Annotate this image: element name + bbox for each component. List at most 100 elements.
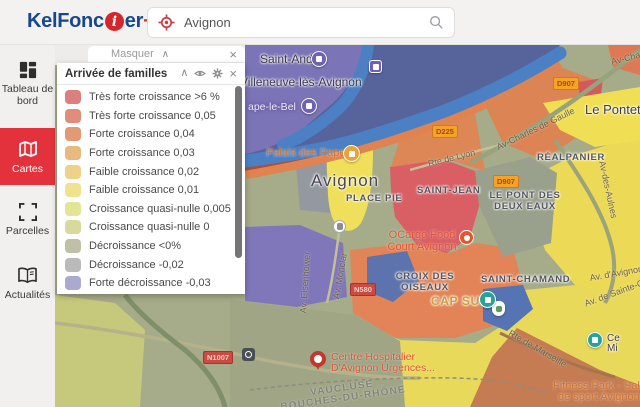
sidebar-item-label: Tableau de bord bbox=[2, 83, 53, 107]
legend-list: Très forte croissance >6 % Très forte cr… bbox=[57, 85, 245, 293]
legend-item: Croissance quasi-nulle 0 bbox=[57, 218, 245, 237]
map-label-place-pie: PLACE PIE bbox=[346, 193, 402, 204]
legend-item-label: Croissance quasi-nulle 0,005 bbox=[89, 203, 231, 215]
legend-item-label: Croissance quasi-nulle 0 bbox=[89, 221, 209, 233]
legend-swatch bbox=[65, 183, 81, 197]
legend-swatch bbox=[65, 109, 81, 123]
folded-map-icon bbox=[18, 139, 38, 159]
map-label-chape-le-bel: ape-le-Bel bbox=[248, 101, 296, 113]
sidebar-item-actualites[interactable]: Actualités bbox=[0, 267, 55, 301]
legend-title: Arrivée de familles bbox=[65, 68, 167, 80]
legend-hide-bar[interactable]: Masquer ∧ × bbox=[88, 46, 245, 63]
crop-corners-icon bbox=[19, 203, 37, 221]
sidebar-item-label: Actualités bbox=[5, 289, 51, 301]
legend-item-label: Très forte croissance 0,05 bbox=[89, 110, 216, 122]
close-icon[interactable]: × bbox=[229, 47, 237, 62]
search-bar[interactable]: Avignon bbox=[147, 7, 455, 38]
legend-item: Très forte croissance >6 % bbox=[57, 88, 245, 107]
legend-panel: Arrivée de familles ∧ × Très forte crois… bbox=[57, 63, 245, 294]
app-window: Saint-André Villeneuve-lès-Avignon ape-l… bbox=[0, 0, 640, 407]
sidebar-item-tableau-de-bord[interactable]: Tableau de bord bbox=[0, 61, 55, 107]
legend-item-label: Faible croissance 0,01 bbox=[89, 184, 199, 196]
map-label-villeneuve: Villeneuve-lès-Avignon bbox=[240, 75, 362, 89]
legend-item-label: Décroissance -0,02 bbox=[89, 259, 184, 271]
legend-item: Faible croissance 0,01 bbox=[57, 181, 245, 200]
search-input[interactable]: Avignon bbox=[184, 15, 429, 30]
road-badge-n1007: N1007 bbox=[203, 351, 233, 364]
tower-icon[interactable] bbox=[301, 98, 317, 114]
fort-badge-icon[interactable] bbox=[369, 60, 382, 73]
map-label-ocargo-2: Court Avignon bbox=[388, 241, 457, 253]
legend-item: Croissance quasi-nulle 0,005 bbox=[57, 200, 245, 219]
palais-des-papes-icon[interactable] bbox=[343, 145, 360, 162]
legend-swatch bbox=[65, 90, 81, 104]
legend-swatch bbox=[65, 165, 81, 179]
map-label-saint-chamand: SAINT-CHAMAND bbox=[481, 274, 570, 285]
app-header: KelFonc i er + Avignon bbox=[0, 0, 640, 45]
legend-item: Très forte croissance 0,05 bbox=[57, 107, 245, 126]
map-label-croix-2: OISEAUX bbox=[401, 282, 449, 293]
sidebar-item-label: Parcelles bbox=[6, 225, 49, 237]
legend-swatch bbox=[65, 239, 81, 253]
train-station-icon[interactable] bbox=[333, 220, 346, 233]
road-badge-d225: D225 bbox=[432, 125, 458, 138]
map-label-le-pont-2: DEUX EAUX bbox=[494, 201, 556, 212]
map-label-mi: Mi bbox=[607, 343, 618, 354]
crosshair-target-icon bbox=[158, 14, 175, 31]
mall-icon-bottom-right[interactable] bbox=[587, 332, 603, 348]
hospital-pin-icon[interactable] bbox=[310, 351, 326, 367]
legend-item: Forte croissance 0,03 bbox=[57, 144, 245, 163]
map-label-avignon: Avignon bbox=[311, 171, 379, 191]
gear-icon[interactable] bbox=[212, 68, 223, 79]
eye-icon[interactable] bbox=[194, 69, 206, 78]
map-label-croix-1: CROIX DES bbox=[396, 271, 455, 282]
legend-item-label: Faible croissance 0,02 bbox=[89, 166, 199, 178]
info-circle-icon: i bbox=[105, 12, 124, 31]
map-label-le-pontet: Le Pontet bbox=[585, 102, 640, 117]
road-badge-n580: N580 bbox=[350, 283, 376, 296]
map-label-realpanier: RÉALPANIER bbox=[537, 152, 605, 163]
legend-swatch bbox=[65, 202, 81, 216]
hide-label[interactable]: Masquer bbox=[111, 48, 154, 60]
restaurant-icon[interactable] bbox=[459, 230, 474, 245]
legend-item: Forte décroissance -0,03 bbox=[57, 274, 245, 293]
map-label-hospital-2: D'Avignon Urgences... bbox=[331, 362, 435, 374]
search-icon[interactable] bbox=[429, 15, 444, 30]
close-icon[interactable]: × bbox=[229, 68, 237, 79]
logo-text-2: er bbox=[125, 10, 143, 33]
chevron-up-icon[interactable]: ∧ bbox=[162, 49, 169, 60]
road-badge-d907-b: D907 bbox=[493, 175, 519, 188]
legend-scrollbar-thumb[interactable] bbox=[235, 86, 242, 258]
map-label-palais-des-papes: Palais des Papes bbox=[266, 147, 351, 159]
legend-item-label: Forte croissance 0,03 bbox=[89, 147, 195, 159]
chevron-up-icon[interactable]: ∧ bbox=[180, 68, 188, 79]
map-label-ocargo-1: OCargo Food bbox=[389, 229, 456, 241]
sidebar-item-label: Cartes bbox=[12, 163, 43, 175]
legend-item-label: Forte décroissance -0,03 bbox=[89, 277, 211, 289]
dashboard-grid-icon bbox=[19, 61, 37, 79]
map-label-saint-jean: SAINT-JEAN bbox=[417, 185, 480, 196]
legend-header: Arrivée de familles ∧ × bbox=[57, 63, 245, 85]
legend-item: Décroissance <0% bbox=[57, 237, 245, 256]
legend-item-label: Très forte croissance >6 % bbox=[89, 91, 220, 103]
legend-swatch bbox=[65, 276, 81, 290]
transit-badge-icon[interactable] bbox=[242, 348, 255, 361]
sidebar-item-cartes[interactable]: Cartes bbox=[0, 128, 55, 185]
legend-item-label: Décroissance <0% bbox=[89, 240, 181, 252]
brand-logo[interactable]: KelFonc i er + bbox=[27, 10, 155, 33]
legend-item: Décroissance -0,02 bbox=[57, 255, 245, 274]
legend-item: Faible croissance 0,02 bbox=[57, 162, 245, 181]
legend-item-label: Forte croissance 0,04 bbox=[89, 128, 195, 140]
legend-swatch bbox=[65, 146, 81, 160]
logo-text-1: KelFonc bbox=[27, 10, 104, 33]
legend-item: Forte croissance 0,04 bbox=[57, 125, 245, 144]
open-book-icon bbox=[18, 267, 37, 285]
sidebar-nav: Tableau de bord Cartes Parcelles Actuali… bbox=[0, 45, 55, 407]
map-label-le-pont-1: LE PONT DES bbox=[489, 190, 560, 201]
legend-swatch bbox=[65, 220, 81, 234]
sidebar-item-parcelles[interactable]: Parcelles bbox=[0, 203, 55, 237]
map-label-fitness-2: de sport Avignon... bbox=[558, 391, 640, 403]
shopping-mall-icon[interactable] bbox=[479, 291, 496, 308]
castle-icon[interactable] bbox=[311, 51, 327, 67]
road-badge-d907-a: D907 bbox=[553, 77, 579, 90]
